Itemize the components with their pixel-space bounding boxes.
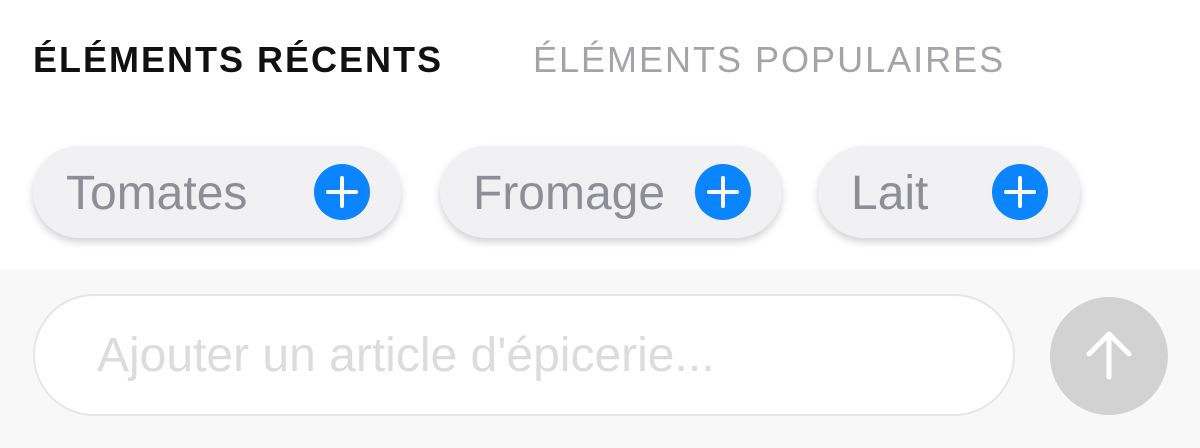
tab-popular-items[interactable]: ÉLÉMENTS POPULAIRES [533,40,1005,80]
category-tabs: ÉLÉMENTS RÉCENTS ÉLÉMENTS POPULAIRES [0,0,1200,120]
tab-recent-items[interactable]: ÉLÉMENTS RÉCENTS [33,40,443,80]
suggestion-chip-lait[interactable]: Lait [818,146,1080,238]
add-item-composer [0,270,1200,448]
arrow-up-icon [1050,297,1168,415]
suggestion-chip-tomates[interactable]: Tomates [33,146,401,238]
suggestion-chip-label: Fromage [473,167,666,220]
plus-icon[interactable] [314,164,370,220]
plus-icon[interactable] [992,164,1048,220]
grocery-item-input[interactable] [33,294,1015,416]
suggestion-chip-label: Lait [851,167,929,220]
send-button[interactable] [1050,297,1168,415]
suggestion-chip-fromage[interactable]: Fromage [440,146,782,238]
plus-icon[interactable] [695,164,751,220]
suggestion-chip-label: Tomates [66,167,248,220]
